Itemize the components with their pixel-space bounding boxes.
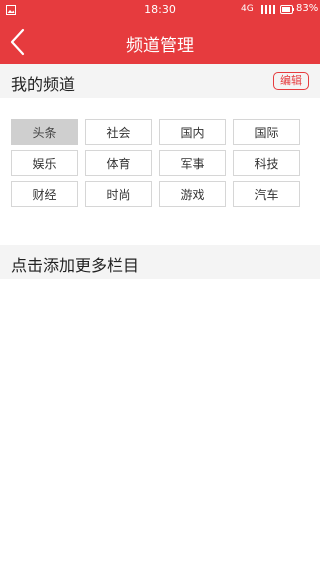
channel-chip[interactable]: 科技: [233, 150, 300, 176]
channel-grid: 头条 社会 国内 国际 娱乐 体育 军事 科技 财经 时尚 游戏 汽车: [11, 119, 310, 207]
channel-chip[interactable]: 社会: [85, 119, 152, 145]
channel-chip[interactable]: 体育: [85, 150, 152, 176]
channel-chip[interactable]: 国内: [159, 119, 226, 145]
signal-icon: [261, 5, 275, 14]
channel-chip[interactable]: 游戏: [159, 181, 226, 207]
edit-button[interactable]: 编辑: [273, 72, 309, 90]
battery-icon: [280, 5, 294, 14]
battery-percent: 83%: [296, 3, 319, 14]
channel-chip[interactable]: 汽车: [233, 181, 300, 207]
channel-chip[interactable]: 时尚: [85, 181, 152, 207]
channel-chip[interactable]: 国际: [233, 119, 300, 145]
channel-chip[interactable]: 娱乐: [11, 150, 78, 176]
channel-chip[interactable]: 头条: [11, 119, 78, 145]
more-channels-header: 点击添加更多栏目: [0, 245, 320, 279]
status-bar: 18:30 4G 83%: [0, 0, 320, 20]
my-channels-header: 我的频道 编辑: [0, 64, 320, 98]
channel-chip[interactable]: 财经: [11, 181, 78, 207]
my-channels-title: 我的频道: [11, 75, 76, 94]
page-title: 频道管理: [126, 36, 194, 56]
network-type: 4G: [241, 4, 254, 14]
channel-chip[interactable]: 军事: [159, 150, 226, 176]
app-bar: 频道管理: [0, 20, 320, 64]
more-channels-title: 点击添加更多栏目: [11, 256, 140, 275]
